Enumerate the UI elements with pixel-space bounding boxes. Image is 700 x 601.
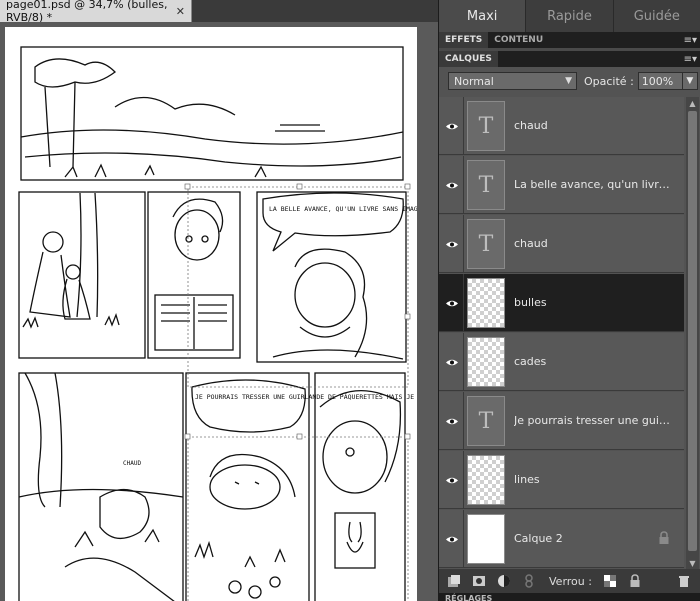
eye-icon[interactable] (443, 412, 461, 430)
close-icon[interactable]: ✕ (176, 5, 185, 18)
layer-row[interactable]: Calque 2 (439, 510, 684, 568)
text-layer-icon: T (467, 160, 505, 210)
eye-icon[interactable] (443, 530, 461, 548)
canvas-area[interactable]: LA BELLE AVANCE, QU'UN LIVRE SANS IMAGES… (0, 22, 438, 601)
layer-list: T chaud T La belle avance, qu'un livre s… (439, 97, 684, 569)
eye-icon[interactable] (443, 117, 461, 135)
layer-row[interactable]: T chaud (439, 97, 684, 155)
layer-name: Je pourrais tresser une guirlan... (514, 414, 674, 427)
lock-all-icon[interactable] (628, 574, 642, 588)
tab-strip (192, 0, 438, 22)
scroll-down-icon[interactable]: ▼ (686, 557, 699, 569)
speech-bubble-text: LA BELLE AVANCE, QU'UN LIVRE SANS IMAGES… (269, 205, 417, 213)
mode-rapide[interactable]: Rapide (526, 0, 614, 32)
opacity-value: 100% (641, 74, 674, 88)
scroll-up-icon[interactable]: ▲ (686, 97, 699, 109)
layer-name: chaud (514, 237, 548, 250)
eye-icon[interactable] (443, 471, 461, 489)
layer-thumbnail (467, 455, 505, 505)
layer-row-selected[interactable]: bulles (439, 274, 684, 332)
layer-name: chaud (514, 119, 548, 132)
caption-text: CHAUD (123, 460, 141, 467)
effects-tab-bar: EFFETS CONTENU ≡▾ (439, 32, 700, 48)
layer-row[interactable]: T chaud (439, 215, 684, 273)
reglages-panel-header[interactable]: RÉGLAGES (439, 593, 700, 601)
eye-icon[interactable] (443, 294, 461, 312)
chevron-down-icon[interactable]: ▼ (681, 73, 697, 89)
layer-thumbnail (467, 514, 505, 564)
photoshop-elements-window: page01.psd @ 34,7% (bulles, RVB/8) * ✕ L… (0, 0, 700, 601)
panel-frame (314, 372, 406, 601)
row-separator (463, 156, 464, 214)
document-area: page01.psd @ 34,7% (bulles, RVB/8) * ✕ L… (0, 0, 438, 601)
layer-name: cades (514, 355, 547, 368)
lock-icon (658, 530, 672, 546)
layers-scrollbar[interactable]: ▲ ▼ (686, 97, 699, 569)
layer-name: Calque 2 (514, 532, 563, 545)
blend-mode-value: Normal (454, 74, 494, 88)
layer-row[interactable]: cades (439, 333, 684, 391)
row-separator (463, 333, 464, 391)
text-layer-icon: T (467, 101, 505, 151)
row-separator (463, 451, 464, 509)
lock-label: Verrou : (549, 574, 592, 588)
layers-toolbar: Verrou : (439, 569, 700, 593)
text-layer-icon: T (467, 219, 505, 269)
opacity-label: Opacité : (584, 74, 634, 88)
layers-tab-bar: CALQUES ≡▾ (439, 51, 700, 67)
layers-panel: Normal ▼ Opacité : 100% ▼ T chaud T La b… (439, 67, 700, 569)
trash-icon[interactable] (677, 574, 691, 588)
panel-menu-icon[interactable]: ≡▾ (684, 54, 697, 65)
lock-transparency-icon[interactable] (603, 574, 617, 588)
comic-page-canvas[interactable]: LA BELLE AVANCE, QU'UN LIVRE SANS IMAGES… (5, 27, 438, 601)
panel-menu-icon[interactable]: ≡▾ (684, 35, 697, 46)
document-tab-title: page01.psd @ 34,7% (bulles, RVB/8) * (6, 0, 168, 24)
row-separator (463, 215, 464, 273)
layer-row[interactable]: T Je pourrais tresser une guirlan... (439, 392, 684, 450)
comic-page-art: LA BELLE AVANCE, QU'UN LIVRE SANS IMAGES… (18, 46, 438, 601)
layer-thumbnail (467, 278, 505, 328)
right-panel: Maxi Rapide Guidée EFFETS CONTENU ≡▾ CAL… (438, 0, 700, 601)
eye-icon[interactable] (443, 235, 461, 253)
eye-icon[interactable] (443, 353, 461, 371)
layer-row[interactable]: T La belle avance, qu'un livre sa... (439, 156, 684, 214)
blend-row: Normal ▼ Opacité : 100% ▼ (439, 67, 700, 95)
mode-switcher: Maxi Rapide Guidée (439, 0, 700, 32)
mode-maxi[interactable]: Maxi (439, 0, 527, 32)
row-separator (463, 97, 464, 155)
document-tab[interactable]: page01.psd @ 34,7% (bulles, RVB/8) * ✕ (0, 0, 192, 24)
blend-mode-select[interactable]: Normal ▼ (448, 72, 577, 90)
row-separator (463, 510, 464, 568)
new-layer-icon[interactable] (447, 574, 461, 588)
eye-icon[interactable] (443, 176, 461, 194)
layer-thumbnail (467, 337, 505, 387)
tab-effets[interactable]: EFFETS (439, 32, 489, 48)
panel-frame (185, 372, 310, 601)
speech-bubble-text: JE POURRAIS TRESSER UNE GUIRLANDE DE PÂQ… (195, 392, 417, 401)
tab-contenu[interactable]: CONTENU (488, 32, 549, 48)
mode-guidee[interactable]: Guidée (614, 0, 700, 32)
panel-frame (18, 372, 184, 601)
row-separator (463, 392, 464, 450)
text-layer-icon: T (467, 396, 505, 446)
opacity-field[interactable]: 100% ▼ (637, 72, 698, 90)
scroll-thumb[interactable] (688, 111, 697, 551)
link-icon[interactable] (522, 574, 536, 588)
tab-calques[interactable]: CALQUES (439, 51, 498, 67)
chevron-down-icon: ▼ (565, 76, 572, 86)
layer-row[interactable]: lines (439, 451, 684, 509)
row-separator (463, 274, 464, 332)
layer-name: bulles (514, 296, 547, 309)
layer-name: lines (514, 473, 540, 486)
layer-mask-icon[interactable] (472, 574, 486, 588)
layer-name: La belle avance, qu'un livre sa... (514, 178, 674, 191)
adjustment-layer-icon[interactable] (497, 574, 511, 588)
